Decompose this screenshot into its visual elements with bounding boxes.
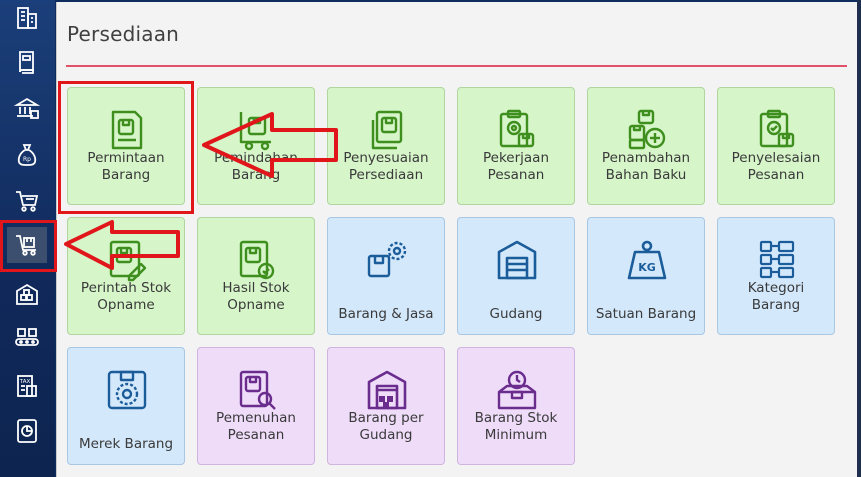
svg-text:KG: KG bbox=[638, 261, 656, 274]
tile-permintaan-barang[interactable]: Permintaan Barang bbox=[67, 87, 185, 205]
goods-services-icon bbox=[367, 241, 407, 278]
money-bag-icon[interactable]: Rp bbox=[7, 137, 47, 173]
tile-gudang[interactable]: Gudang bbox=[457, 217, 575, 335]
bank-icon[interactable] bbox=[7, 90, 47, 126]
tile-penambahan-bahan-baku[interactable]: Penambahan Bahan Baku bbox=[587, 87, 705, 205]
order-complete-clipboard-icon bbox=[759, 109, 795, 148]
page-title: Persediaan bbox=[67, 22, 180, 46]
tile-barang-jasa[interactable]: Barang & Jasa bbox=[327, 217, 445, 335]
tile-hasil-stok-opname[interactable]: Hasil Stok Opname bbox=[197, 217, 315, 335]
tile-label: Perintah Stok Opname bbox=[80, 280, 172, 313]
tile-label: Hasil Stok Opname bbox=[222, 280, 290, 313]
work-order-clipboard-icon bbox=[499, 109, 535, 148]
tile-label: Kategori Barang bbox=[747, 280, 805, 313]
tile-label: Pekerjaan Pesanan bbox=[482, 150, 549, 183]
tile-label: Barang & Jasa bbox=[338, 306, 434, 322]
sidebar: Rp TAX bbox=[0, 0, 55, 477]
inventory-cart-icon[interactable] bbox=[7, 227, 47, 263]
tile-pekerjaan-pesanan[interactable]: Pekerjaan Pesanan bbox=[457, 87, 575, 205]
brand-tag-icon bbox=[107, 370, 147, 410]
building-icon[interactable] bbox=[7, 0, 47, 36]
window-edge bbox=[857, 0, 861, 477]
tile-kategori-barang[interactable]: Kategori Barang bbox=[717, 217, 835, 335]
tile-penyesuaian-persediaan[interactable]: Penyesuaian Persediaan bbox=[327, 87, 445, 205]
warehouse-boxes-icon[interactable] bbox=[7, 276, 47, 312]
adjustment-document-icon bbox=[371, 110, 403, 150]
warehouse-icon bbox=[497, 240, 537, 280]
tile-merek-barang[interactable]: Merek Barang bbox=[67, 347, 185, 465]
tile-label: Barang Stok Minimum bbox=[474, 410, 558, 443]
production-line-icon[interactable] bbox=[7, 320, 47, 356]
tax-document-icon[interactable]: TAX bbox=[7, 368, 47, 404]
svg-text:Rp: Rp bbox=[23, 156, 31, 163]
tile-barang-stok-minimum[interactable]: Barang Stok Minimum bbox=[457, 347, 575, 465]
tile-label: Pemindahan Barang bbox=[214, 150, 298, 183]
tile-perintah-stok-opname[interactable]: Perintah Stok Opname bbox=[67, 217, 185, 335]
report-chart-icon[interactable] bbox=[7, 413, 47, 449]
tile-penyelesaian-pesanan[interactable]: Penyelesaian Pesanan bbox=[717, 87, 835, 205]
tile-label: Merek Barang bbox=[78, 436, 174, 452]
shopping-cart-icon[interactable] bbox=[7, 183, 47, 219]
weight-kg-icon: KG bbox=[627, 240, 667, 280]
stock-opname-edit-icon bbox=[109, 240, 147, 282]
tile-label: Permintaan Barang bbox=[87, 150, 165, 183]
warehouse-goods-icon bbox=[367, 370, 407, 410]
tile-pemindahan-barang[interactable]: Pemindahan Barang bbox=[197, 87, 315, 205]
tile-satuan-barang[interactable]: KG Satuan Barang bbox=[587, 217, 705, 335]
tile-label: Penyelesaian Pesanan bbox=[731, 150, 821, 183]
tile-label: Satuan Barang bbox=[595, 306, 697, 322]
title-divider bbox=[66, 65, 847, 67]
tile-label: Penambahan Bahan Baku bbox=[601, 150, 691, 183]
tile-label: Barang per Gudang bbox=[348, 410, 424, 443]
svg-text:TAX: TAX bbox=[19, 379, 31, 385]
book-icon[interactable] bbox=[7, 44, 47, 80]
category-grid-icon bbox=[759, 240, 795, 279]
request-document-icon bbox=[111, 110, 143, 150]
tile-label: Pemenuhan Pesanan bbox=[216, 410, 296, 443]
main-panel: Persediaan Permintaan Barang Pemindahan … bbox=[56, 2, 858, 477]
tile-pemenuhan-pesanan[interactable]: Pemenuhan Pesanan bbox=[197, 347, 315, 465]
transfer-trolley-icon bbox=[239, 112, 271, 151]
minimum-stock-box-icon bbox=[497, 370, 537, 410]
stock-opname-result-icon bbox=[239, 240, 275, 280]
fulfillment-search-icon bbox=[239, 370, 276, 410]
tile-barang-per-gudang[interactable]: Barang per Gudang bbox=[327, 347, 445, 465]
add-material-icon bbox=[628, 109, 666, 150]
tile-label: Gudang bbox=[489, 306, 543, 322]
tile-label: Penyesuaian Persediaan bbox=[343, 150, 429, 183]
